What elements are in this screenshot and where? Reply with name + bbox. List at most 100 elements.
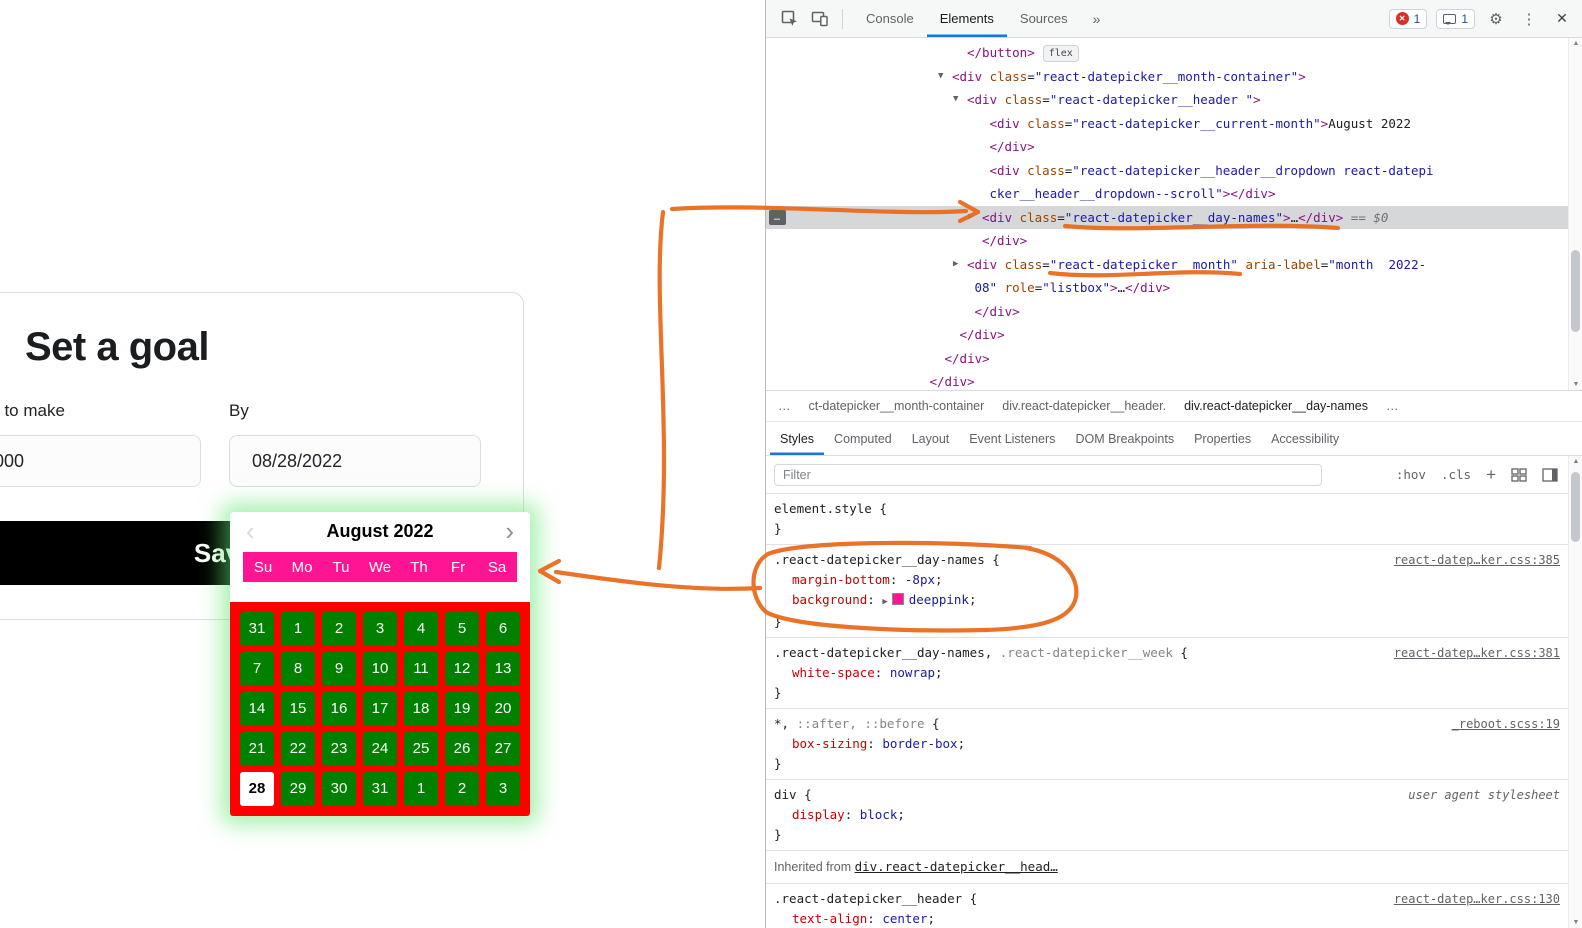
day-cell[interactable]: 8 — [281, 652, 315, 686]
scrollbar-thumb[interactable] — [1571, 250, 1580, 332]
breadcrumb-item[interactable]: … — [1386, 399, 1399, 413]
dom-line[interactable]: cker__header__dropdown--scroll"></div> — [766, 182, 1568, 206]
styles-tab-accessibility[interactable]: Accessibility — [1261, 422, 1349, 455]
devtools-tab-elements[interactable]: Elements — [927, 0, 1007, 37]
dom-line[interactable]: <div class="react-datepicker__current-mo… — [766, 112, 1568, 136]
day-cell[interactable]: 4 — [404, 612, 438, 646]
styles-tab-properties[interactable]: Properties — [1184, 422, 1261, 455]
day-cell[interactable]: 14 — [240, 692, 274, 726]
styles-tab-styles[interactable]: Styles — [770, 422, 824, 455]
computed-grid-icon[interactable] — [1511, 467, 1527, 482]
day-cell[interactable]: 29 — [281, 772, 315, 806]
day-cell[interactable]: 12 — [445, 652, 479, 686]
new-style-rule-button[interactable]: + — [1486, 466, 1496, 483]
day-cell[interactable]: 2 — [445, 772, 479, 806]
dom-line[interactable]: <div class="react-datepicker__header__dr… — [766, 159, 1568, 183]
day-cell[interactable]: 9 — [322, 652, 356, 686]
disclosure-arrow-icon[interactable]: ▼ — [953, 88, 958, 112]
day-cell[interactable]: 3 — [486, 772, 520, 806]
scroll-down-icon[interactable]: ▼ — [1569, 919, 1582, 926]
inherited-element-link[interactable]: div.react-datepicker__head… — [855, 859, 1058, 874]
day-cell[interactable]: 11 — [404, 652, 438, 686]
dom-line[interactable]: </div> — [766, 229, 1568, 253]
day-cell[interactable]: 15 — [281, 692, 315, 726]
day-cell[interactable]: 10 — [363, 652, 397, 686]
flex-badge[interactable]: flex — [1042, 45, 1079, 62]
dom-line[interactable]: </div> — [766, 135, 1568, 159]
stylesheet-link[interactable]: react-datep…ker.css:130 — [1394, 889, 1560, 909]
next-month-icon[interactable]: › — [505, 514, 514, 548]
breadcrumb-item[interactable]: div.react-datepicker__header. — [1002, 399, 1166, 413]
styles-scrollbar[interactable]: ▲ ▼ — [1568, 456, 1582, 928]
kebab-menu-icon[interactable]: ⋮ — [1517, 10, 1541, 28]
day-cell[interactable]: 23 — [322, 732, 356, 766]
styles-tab-layout[interactable]: Layout — [902, 422, 960, 455]
css-declaration[interactable]: white-space: nowrap; — [774, 663, 1560, 683]
day-cell[interactable]: 5 — [445, 612, 479, 646]
issues-badge[interactable]: 1 — [1436, 8, 1475, 29]
scrollbar-thumb[interactable] — [1571, 472, 1580, 542]
devtools-tab-sources[interactable]: Sources — [1007, 0, 1081, 37]
dom-overflow-pill[interactable]: … — [769, 209, 787, 225]
day-cell[interactable]: 6 — [486, 612, 520, 646]
dom-line[interactable]: … ▶ <div class="react-datepicker__day-name… — [766, 205, 1568, 230]
dom-line[interactable]: </div> — [766, 347, 1568, 371]
breadcrumb-item[interactable]: … — [778, 399, 791, 413]
inspect-element-icon[interactable] — [776, 5, 804, 33]
disclosure-arrow-icon[interactable]: ▶ — [968, 206, 973, 230]
day-cell[interactable]: 24 — [363, 732, 397, 766]
amount-input[interactable]: 10000 — [0, 435, 201, 487]
dom-line[interactable]: </div> — [766, 323, 1568, 347]
console-errors-badge[interactable]: ✕ 1 — [1388, 8, 1428, 29]
stylesheet-link[interactable]: react-datep…ker.css:385 — [1394, 550, 1560, 570]
day-cell[interactable]: 30 — [322, 772, 356, 806]
day-cell[interactable]: 25 — [404, 732, 438, 766]
elements-scrollbar[interactable]: ▲ ▼ — [1568, 38, 1582, 390]
day-cell[interactable]: 16 — [322, 692, 356, 726]
day-cell[interactable]: 2 — [322, 612, 356, 646]
dom-line[interactable]: ▼ <div class="react-datepicker__header "> — [766, 88, 1568, 112]
close-devtools-icon[interactable]: ✕ — [1550, 10, 1574, 27]
styles-tab-dom-breakpoints[interactable]: DOM Breakpoints — [1065, 422, 1184, 455]
day-cell[interactable]: 18 — [404, 692, 438, 726]
dom-line[interactable]: </button> flex — [766, 41, 1568, 65]
scroll-up-icon[interactable]: ▲ — [1569, 40, 1582, 47]
more-tabs-icon[interactable]: » — [1083, 11, 1111, 27]
day-cell[interactable]: 17 — [363, 692, 397, 726]
day-cell[interactable]: 7 — [240, 652, 274, 686]
day-cell[interactable]: 20 — [486, 692, 520, 726]
css-declaration[interactable]: display: block; — [774, 805, 1560, 825]
css-declaration[interactable]: background: ▶ deeppink; — [774, 590, 1560, 612]
disclosure-arrow-icon[interactable]: ▶ — [953, 253, 958, 277]
styles-tab-event-listeners[interactable]: Event Listeners — [959, 422, 1065, 455]
day-cell[interactable]: 1 — [281, 612, 315, 646]
dom-line[interactable]: ▼ <div class="react-datepicker__month-con… — [766, 65, 1568, 89]
stylesheet-link[interactable]: react-datep…ker.css:381 — [1394, 643, 1560, 663]
settings-gear-icon[interactable]: ⚙ — [1484, 10, 1508, 28]
day-cell[interactable]: 26 — [445, 732, 479, 766]
devtools-tab-console[interactable]: Console — [853, 0, 927, 37]
dom-line[interactable]: ▶ <div class="react-datepicker__month" ar… — [766, 253, 1568, 277]
day-cell[interactable]: 3 — [363, 612, 397, 646]
pseudo-state-toggle[interactable]: :hov — [1396, 467, 1426, 482]
dom-line[interactable]: </div> — [766, 370, 1568, 390]
expand-arrow-icon[interactable]: ▶ — [882, 597, 887, 607]
day-cell[interactable]: 1 — [404, 772, 438, 806]
sidebar-toggle-icon[interactable] — [1542, 467, 1558, 482]
styles-filter-input[interactable] — [774, 463, 1322, 486]
breadcrumb-item[interactable]: ct-datepicker__month-container — [809, 399, 985, 413]
scroll-down-icon[interactable]: ▼ — [1569, 381, 1582, 388]
css-declaration[interactable]: margin-bottom: -8px; — [774, 570, 1560, 590]
device-toolbar-icon[interactable] — [806, 5, 834, 33]
day-cell[interactable]: 21 — [240, 732, 274, 766]
day-cell[interactable]: 22 — [281, 732, 315, 766]
stylesheet-link[interactable]: _reboot.scss:19 — [1452, 714, 1560, 734]
date-input[interactable]: 08/28/2022 — [229, 435, 481, 487]
day-cell[interactable]: 31 — [240, 612, 274, 646]
disclosure-arrow-icon[interactable]: ▼ — [938, 65, 943, 89]
css-declaration[interactable]: box-sizing: border-box; — [774, 734, 1560, 754]
element-classes-toggle[interactable]: .cls — [1441, 467, 1471, 482]
styles-tab-computed[interactable]: Computed — [824, 422, 902, 455]
dom-line[interactable]: 08" role="listbox">…</div> — [766, 276, 1568, 300]
day-cell[interactable]: 19 — [445, 692, 479, 726]
